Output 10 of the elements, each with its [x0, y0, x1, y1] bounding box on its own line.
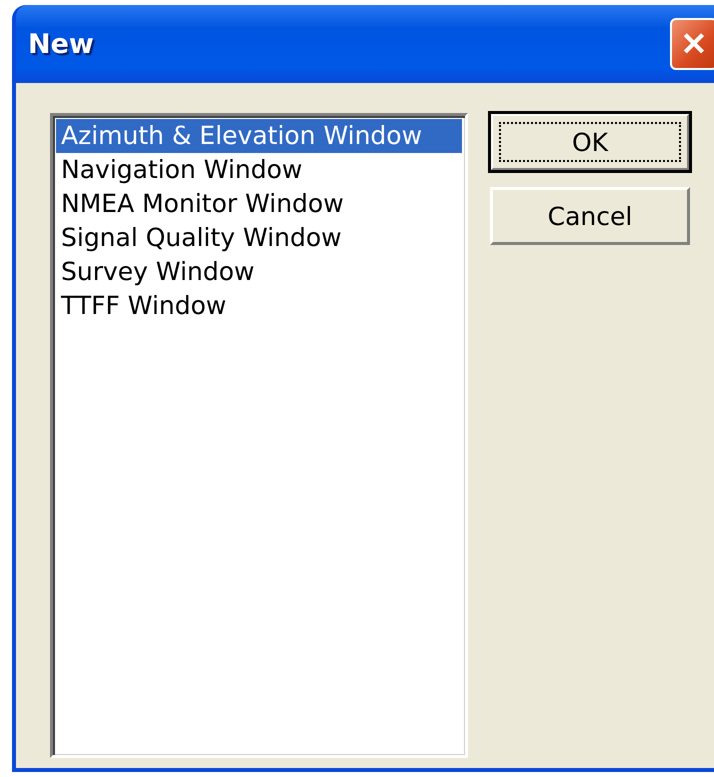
list-item[interactable]: Survey Window: [56, 255, 462, 289]
list-item[interactable]: Azimuth & Elevation Window: [56, 119, 462, 153]
list-item[interactable]: TTFF Window: [56, 289, 462, 323]
close-button[interactable]: ✕: [670, 18, 714, 70]
list-item[interactable]: Signal Quality Window: [56, 221, 462, 255]
window-title: New: [28, 28, 94, 60]
list-item[interactable]: NMEA Monitor Window: [56, 187, 462, 221]
cancel-button[interactable]: Cancel: [490, 187, 690, 245]
list-item[interactable]: Navigation Window: [56, 153, 462, 187]
ok-button[interactable]: OK: [490, 113, 690, 171]
